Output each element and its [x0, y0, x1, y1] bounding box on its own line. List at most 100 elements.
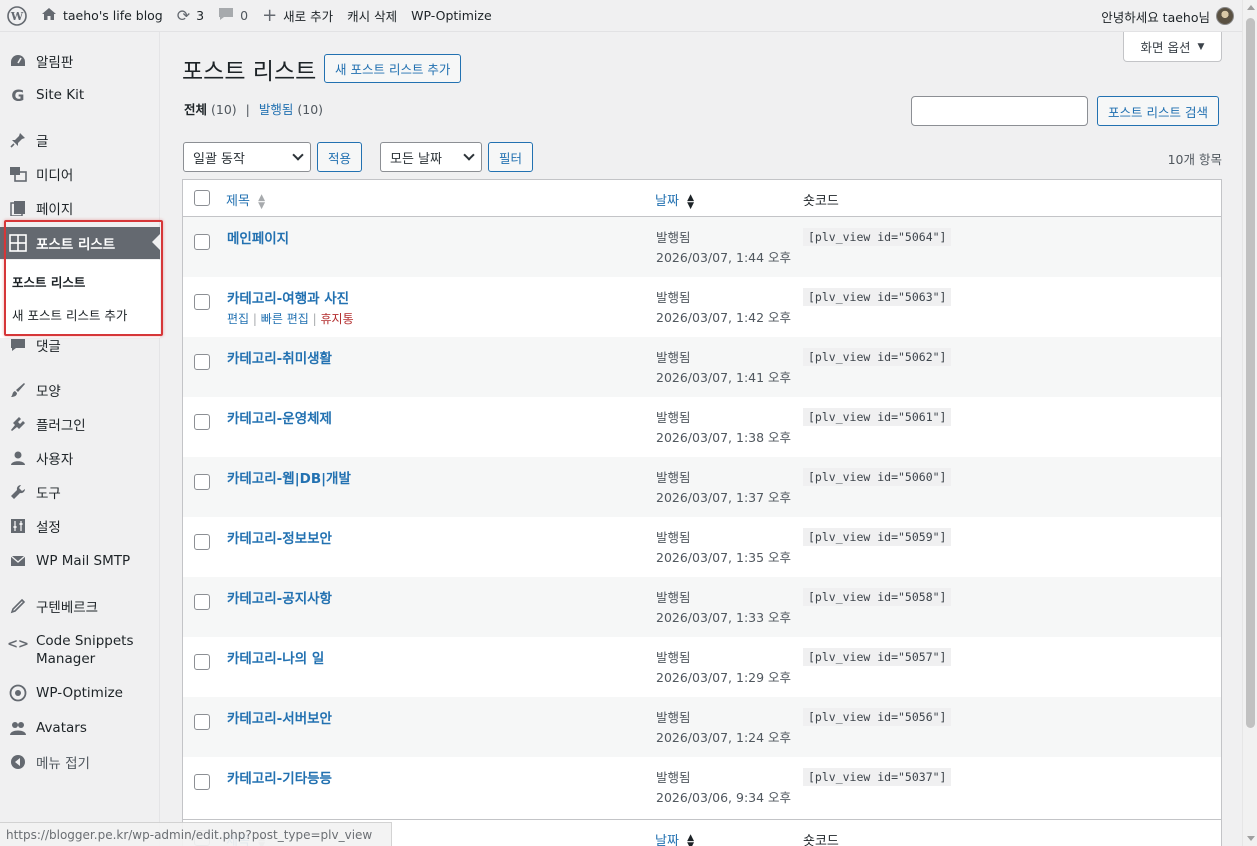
comments-link[interactable]: 0 [211, 0, 255, 32]
menu-avatars[interactable]: Avatars [0, 713, 160, 743]
menu-collapse[interactable]: 메뉴 접기 [0, 747, 160, 777]
site-name-link[interactable]: taeho's life blog [34, 0, 170, 32]
post-title-link[interactable]: 카테고리-공지사항 [227, 587, 332, 607]
apply-button[interactable]: 적용 [317, 142, 363, 172]
add-new-button[interactable]: 새 포스트 리스트 추가 [324, 54, 462, 83]
wpo-adminbar-link[interactable]: WP-Optimize [404, 0, 499, 32]
post-status: 발행됨 [656, 470, 691, 485]
chevron-down-icon [463, 149, 475, 161]
menu-label: 구텐베르크 [36, 600, 99, 616]
menu-plugins[interactable]: 플러그인 [0, 409, 160, 439]
site-name: taeho's life blog [63, 8, 163, 23]
screen-options-label: 화면 옵션 [1140, 40, 1191, 55]
filter-separator: | [245, 102, 250, 117]
menu-tools[interactable]: 도구 [0, 477, 160, 507]
cache-clear-link[interactable]: 캐시 삭제 [340, 0, 404, 32]
row-checkbox[interactable] [194, 534, 210, 550]
row-checkbox[interactable] [194, 354, 210, 370]
menu-post-list[interactable]: 포스트 리스트 [0, 227, 160, 259]
search-input[interactable] [911, 96, 1088, 126]
column-date-label: 날짜 [655, 834, 679, 846]
menu-posts[interactable]: 글 [0, 125, 160, 155]
column-shortcode-footer: 숏코드 [803, 834, 839, 846]
vertical-scrollbar[interactable] [1242, 0, 1257, 846]
menu-media[interactable]: 미디어 [0, 159, 160, 189]
scroll-up-icon[interactable] [1247, 5, 1255, 10]
post-title-link[interactable]: 카테고리-여행과 사진 [227, 287, 349, 307]
column-date[interactable]: 날짜 ▲ ▼ [655, 190, 694, 210]
quick-edit-link[interactable]: 빠른 편집 [261, 312, 309, 326]
comment-icon [218, 7, 234, 24]
column-shortcode: 숏코드 [803, 194, 839, 209]
menu-dashboard[interactable]: 알림판 [0, 46, 160, 76]
filter-published[interactable]: 발행됨 [259, 102, 294, 117]
row-checkbox[interactable] [194, 294, 210, 310]
link-status-bar: https://blogger.pe.kr/wp-admin/edit.php?… [0, 822, 392, 846]
post-title-link[interactable]: 카테고리-정보보안 [227, 527, 332, 547]
column-title[interactable]: 제목 ▲ ▼ [226, 190, 265, 210]
post-title-link[interactable]: 카테고리-기타등등 [227, 767, 332, 787]
status-filters: 전체 (10) | 발행됨 (10) [184, 99, 323, 118]
menu-label: 설정 [36, 520, 61, 536]
search-button[interactable]: 포스트 리스트 검색 [1097, 96, 1219, 126]
column-date-footer[interactable]: 날짜 ▲ ▼ [655, 830, 694, 846]
post-title-link[interactable]: 카테고리-나의 일 [227, 647, 324, 667]
menu-users[interactable]: 사용자 [0, 443, 160, 473]
column-date-label: 날짜 [655, 194, 679, 209]
menu-wp-mail-smtp[interactable]: WP Mail SMTP [0, 546, 160, 576]
post-title-link[interactable]: 카테고리-서버보안 [227, 707, 332, 727]
action-separator: | [252, 312, 257, 326]
filter-all[interactable]: 전체 [184, 102, 207, 117]
trash-link[interactable]: 휴지통 [320, 312, 353, 326]
row-checkbox[interactable] [194, 474, 210, 490]
post-date: 2026/03/07, 1:42 오후 [656, 310, 792, 325]
post-title-link[interactable]: 카테고리-운영체제 [227, 407, 332, 427]
row-checkbox[interactable] [194, 594, 210, 610]
greeting: 안녕하세요 taeho님 [1101, 9, 1210, 25]
select-all-checkbox[interactable] [194, 190, 210, 206]
filter-all-count: (10) [211, 102, 237, 117]
filter-button[interactable]: 필터 [488, 142, 534, 172]
edit-link[interactable]: 편집 [227, 312, 249, 326]
table-row: 카테고리-여행과 사진 편집 | 빠른 편집 | 휴지통 발행됨 2026/03… [183, 277, 1221, 337]
grid-icon [8, 233, 28, 253]
menu-wp-optimize[interactable]: WP-Optimize [0, 678, 160, 708]
shortcode: [plv_view id="5063"] [803, 288, 952, 306]
updates-link[interactable]: ⟳ 3 [170, 0, 211, 32]
shortcode: [plv_view id="5056"] [803, 708, 952, 726]
menu-label: WP-Optimize [36, 685, 123, 701]
pencil-icon [8, 596, 28, 616]
post-date: 2026/03/07, 1:41 오후 [656, 370, 792, 385]
row-actions: 편집 | 빠른 편집 | 휴지통 [227, 310, 354, 327]
menu-label: Site Kit [36, 87, 85, 103]
row-checkbox[interactable] [194, 414, 210, 430]
wordpress-logo-icon[interactable]: W [0, 0, 34, 32]
screen-options-button[interactable]: 화면 옵션 ▼ [1123, 32, 1222, 62]
menu-gutenberg[interactable]: 구텐베르크 [0, 591, 160, 621]
row-checkbox[interactable] [194, 654, 210, 670]
menu-pages[interactable]: 페이지 [0, 193, 160, 223]
date-filter-select[interactable]: 모든 날짜 [380, 142, 482, 172]
my-account[interactable]: 안녕하세요 taeho님 [1101, 0, 1234, 32]
menu-site-kit[interactable]: G Site Kit [0, 80, 160, 110]
new-content-link[interactable]: + 새로 추가 [255, 0, 340, 32]
cache-clear-label: 캐시 삭제 [347, 9, 398, 24]
scroll-down-icon[interactable] [1247, 836, 1255, 841]
submenu-add-new[interactable]: 새 포스트 리스트 추가 [0, 301, 160, 328]
post-title-link[interactable]: 메인페이지 [227, 227, 289, 247]
menu-appearance[interactable]: 모양 [0, 375, 160, 405]
bulk-action-select[interactable]: 일괄 동작 [183, 142, 311, 172]
menu-comments[interactable]: 댓글 [0, 330, 160, 360]
submenu-post-list[interactable]: 포스트 리스트 [0, 268, 160, 295]
menu-code-snippets[interactable]: <> Code Snippets Manager [0, 632, 160, 672]
scrollbar-thumb[interactable] [1246, 18, 1255, 728]
action-separator: | [312, 312, 317, 326]
menu-label: 사용자 [36, 452, 74, 468]
row-checkbox[interactable] [194, 774, 210, 790]
menu-settings[interactable]: 설정 [0, 511, 160, 541]
post-title-link[interactable]: 카테고리-웹|DB|개발 [227, 467, 351, 487]
row-checkbox[interactable] [194, 714, 210, 730]
row-checkbox[interactable] [194, 234, 210, 250]
post-title-link[interactable]: 카테고리-취미생활 [227, 347, 332, 367]
collapse-icon [8, 752, 28, 772]
